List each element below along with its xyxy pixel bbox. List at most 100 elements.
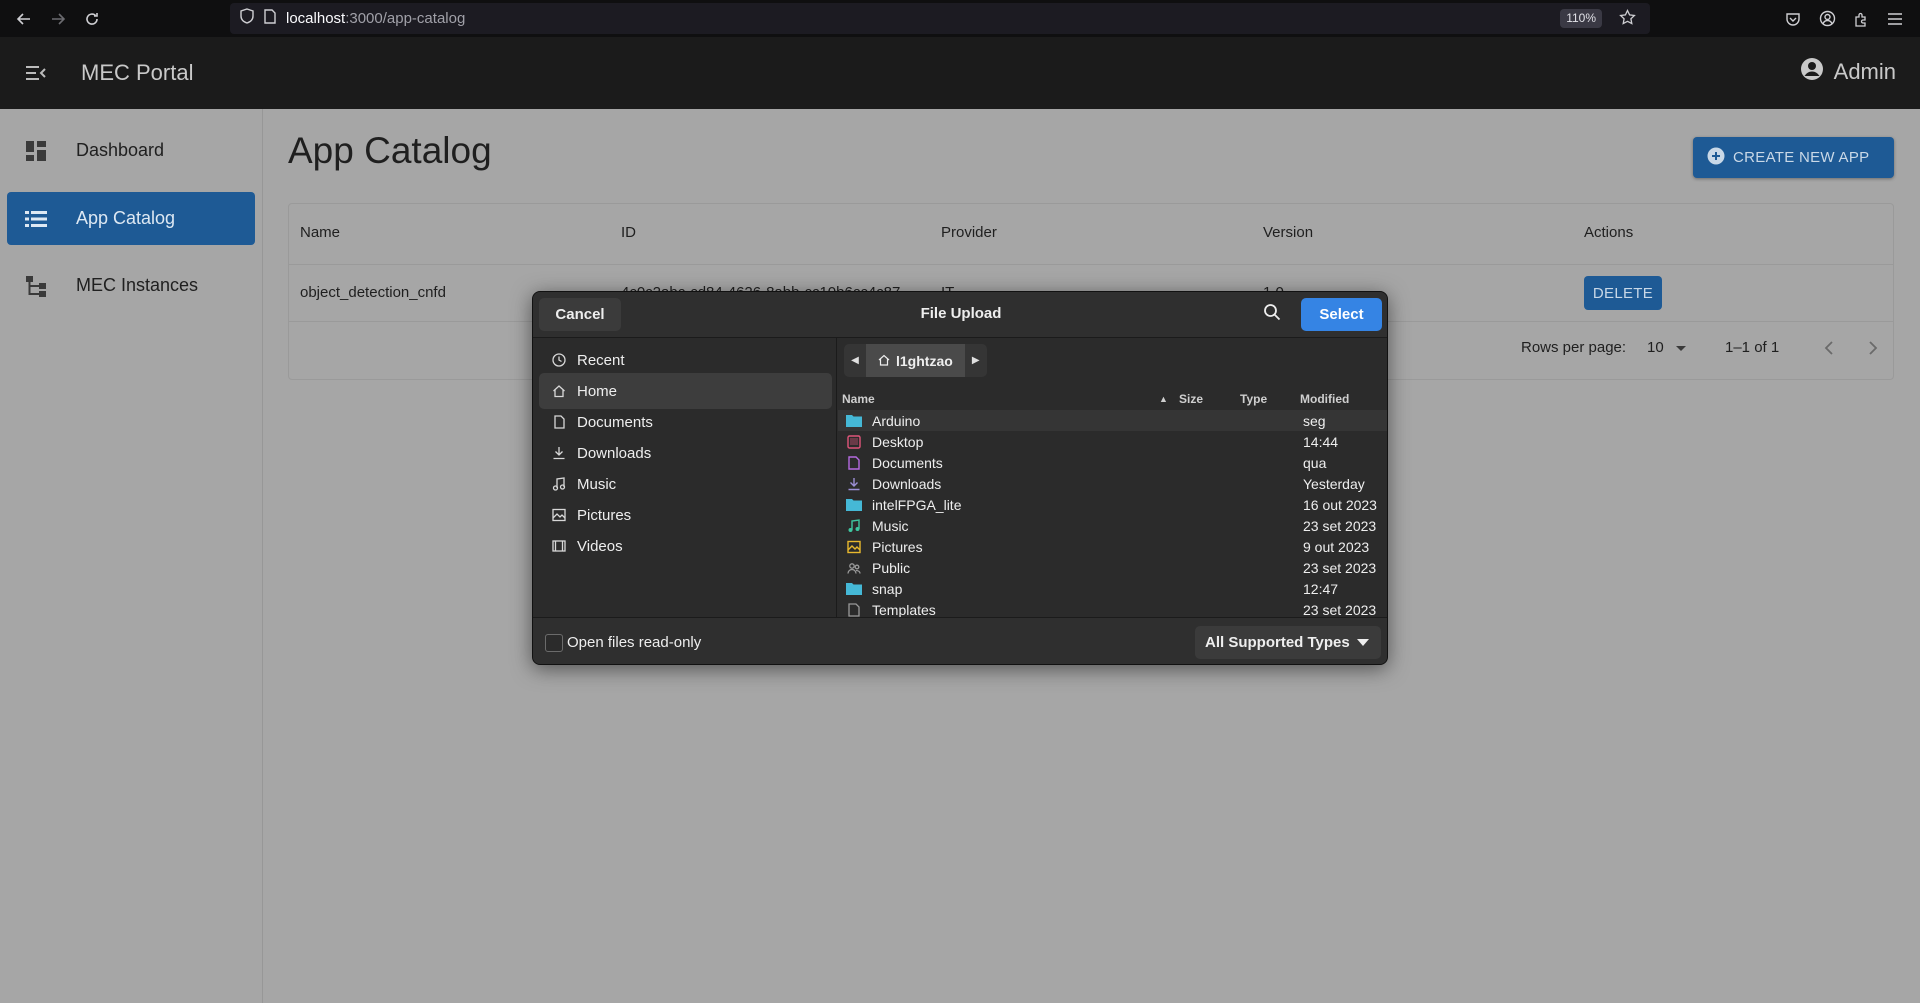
next-page-icon[interactable]	[1867, 339, 1879, 361]
reload-icon[interactable]	[78, 5, 106, 33]
file-type-filter-label: All Supported Types	[1205, 634, 1350, 651]
path-bar: ◀ l1ghtzao ▶	[844, 344, 987, 377]
folder-icon	[846, 413, 862, 429]
zoom-level[interactable]: 110%	[1560, 9, 1602, 28]
file-row[interactable]: Documents qua	[838, 452, 1387, 473]
page-icon	[264, 8, 276, 29]
file-name: Desktop	[872, 433, 924, 450]
home-icon	[551, 383, 567, 399]
place-videos[interactable]: Videos	[539, 528, 832, 564]
file-row[interactable]: Desktop 14:44	[838, 431, 1387, 452]
file-type-filter[interactable]: All Supported Types	[1195, 626, 1381, 659]
file-row[interactable]: snap 12:47	[838, 578, 1387, 599]
previous-page-icon[interactable]	[1823, 339, 1835, 361]
dropdown-arrow-icon	[1675, 345, 1686, 351]
file-modified: 9 out 2023	[1303, 538, 1370, 555]
column-header-id[interactable]: ID	[621, 224, 636, 241]
shield-icon[interactable]	[240, 8, 254, 29]
search-icon[interactable]	[1263, 303, 1281, 326]
column-header-size[interactable]: Size	[1179, 392, 1203, 406]
place-label: Videos	[577, 537, 623, 555]
file-name: Arduino	[872, 412, 921, 429]
account-icon[interactable]	[1816, 8, 1838, 30]
column-header-name[interactable]: Name	[842, 392, 875, 406]
add-circle-icon	[1707, 147, 1725, 169]
menu-icon[interactable]	[1884, 8, 1906, 30]
back-icon[interactable]	[10, 5, 38, 33]
video-icon	[551, 538, 567, 554]
create-new-app-button[interactable]: CREATE NEW APP	[1693, 137, 1894, 178]
path-forward-icon[interactable]: ▶	[964, 344, 987, 377]
menu-collapse-icon[interactable]	[21, 58, 51, 88]
select-button[interactable]: Select	[1301, 298, 1382, 331]
place-label: Downloads	[577, 444, 652, 462]
file-name: Public	[872, 559, 911, 576]
place-label: Music	[577, 475, 617, 493]
file-modified: qua	[1303, 454, 1327, 471]
url-bar[interactable]: localhost:3000/app-catalog 110%	[230, 3, 1650, 34]
user-name: Admin	[1833, 59, 1896, 84]
extensions-icon[interactable]	[1850, 8, 1872, 30]
url-text[interactable]: localhost:3000/app-catalog	[286, 10, 465, 27]
rows-per-page-select[interactable]: 10	[1647, 339, 1686, 356]
music-icon	[551, 476, 567, 492]
file-modified: Yesterday	[1303, 475, 1365, 492]
sidebar-item-app-catalog[interactable]: App Catalog	[7, 192, 255, 245]
column-header-type[interactable]: Type	[1240, 392, 1267, 406]
url-path: :3000/app-catalog	[345, 10, 466, 27]
file-name: Pictures	[872, 538, 923, 555]
pocket-icon[interactable]	[1782, 8, 1804, 30]
url-host: localhost	[286, 10, 346, 27]
place-label: Home	[577, 382, 618, 400]
create-new-app-label: CREATE NEW APP	[1733, 149, 1870, 166]
file-modified: seg	[1303, 412, 1326, 429]
readonly-checkbox[interactable]	[545, 634, 563, 652]
file-row[interactable]: Downloads Yesterday	[838, 473, 1387, 494]
clock-icon	[551, 352, 567, 368]
file-row[interactable]: intelFPGA_lite 16 out 2023	[838, 494, 1387, 515]
tree-icon	[23, 273, 49, 299]
page-title: App Catalog	[288, 130, 492, 171]
page-info: 1–1 of 1	[1725, 339, 1780, 356]
sidebar-item-dashboard[interactable]: Dashboard	[7, 124, 255, 177]
music-folder-icon	[846, 518, 862, 534]
file-browser: ◀ l1ghtzao ▶ Name ▲ Size Type Modified A…	[838, 338, 1387, 617]
delete-button[interactable]: DELETE	[1584, 276, 1662, 310]
file-row[interactable]: Public 23 set 2023	[838, 557, 1387, 578]
sidebar: Dashboard App Catalog MEC Instances	[0, 109, 263, 1003]
path-back-icon[interactable]: ◀	[844, 344, 866, 377]
forward-icon[interactable]	[44, 5, 72, 33]
file-modified: 23 set 2023	[1303, 517, 1377, 534]
header-divider	[289, 264, 1893, 265]
folder-icon	[846, 581, 862, 597]
user-menu[interactable]: Admin	[1800, 57, 1896, 87]
dialog-header: Cancel File Upload Select	[533, 292, 1387, 338]
chevron-down-icon	[1357, 639, 1369, 646]
path-crumb-home[interactable]: l1ghtzao	[866, 344, 965, 377]
column-header-modified[interactable]: Modified	[1300, 392, 1349, 406]
file-row[interactable]: Templates 23 set 2023	[838, 599, 1387, 617]
readonly-label[interactable]: Open files read-only	[567, 634, 701, 651]
place-label: Documents	[577, 413, 653, 431]
cell-name: object_detection_cnfd	[300, 284, 446, 301]
path-crumb-label: l1ghtzao	[896, 352, 953, 369]
dashboard-icon	[23, 138, 49, 164]
column-header-provider[interactable]: Provider	[941, 224, 997, 241]
dialog-title: File Upload	[920, 305, 1002, 322]
pictures-folder-icon	[846, 539, 862, 555]
column-header-version[interactable]: Version	[1263, 224, 1313, 241]
file-row[interactable]: Music 23 set 2023	[838, 515, 1387, 536]
file-modified: 16 out 2023	[1303, 496, 1377, 513]
file-modified: 14:44	[1303, 433, 1339, 450]
sort-ascending-icon: ▲	[1159, 394, 1168, 404]
bookmark-star-icon[interactable]	[1619, 8, 1636, 31]
rows-per-page-value: 10	[1647, 339, 1664, 356]
file-row[interactable]: Arduino seg	[838, 410, 1387, 431]
column-header-name[interactable]: Name	[300, 224, 340, 241]
file-row[interactable]: Pictures 9 out 2023	[838, 536, 1387, 557]
sidebar-item-mec-instances[interactable]: MEC Instances	[7, 259, 255, 312]
account-circle-icon	[1800, 57, 1824, 87]
downloads-folder-icon	[846, 476, 862, 492]
file-name: Downloads	[872, 475, 942, 492]
file-list: Arduino seg Desktop 14:44 Documents qua …	[838, 410, 1387, 617]
